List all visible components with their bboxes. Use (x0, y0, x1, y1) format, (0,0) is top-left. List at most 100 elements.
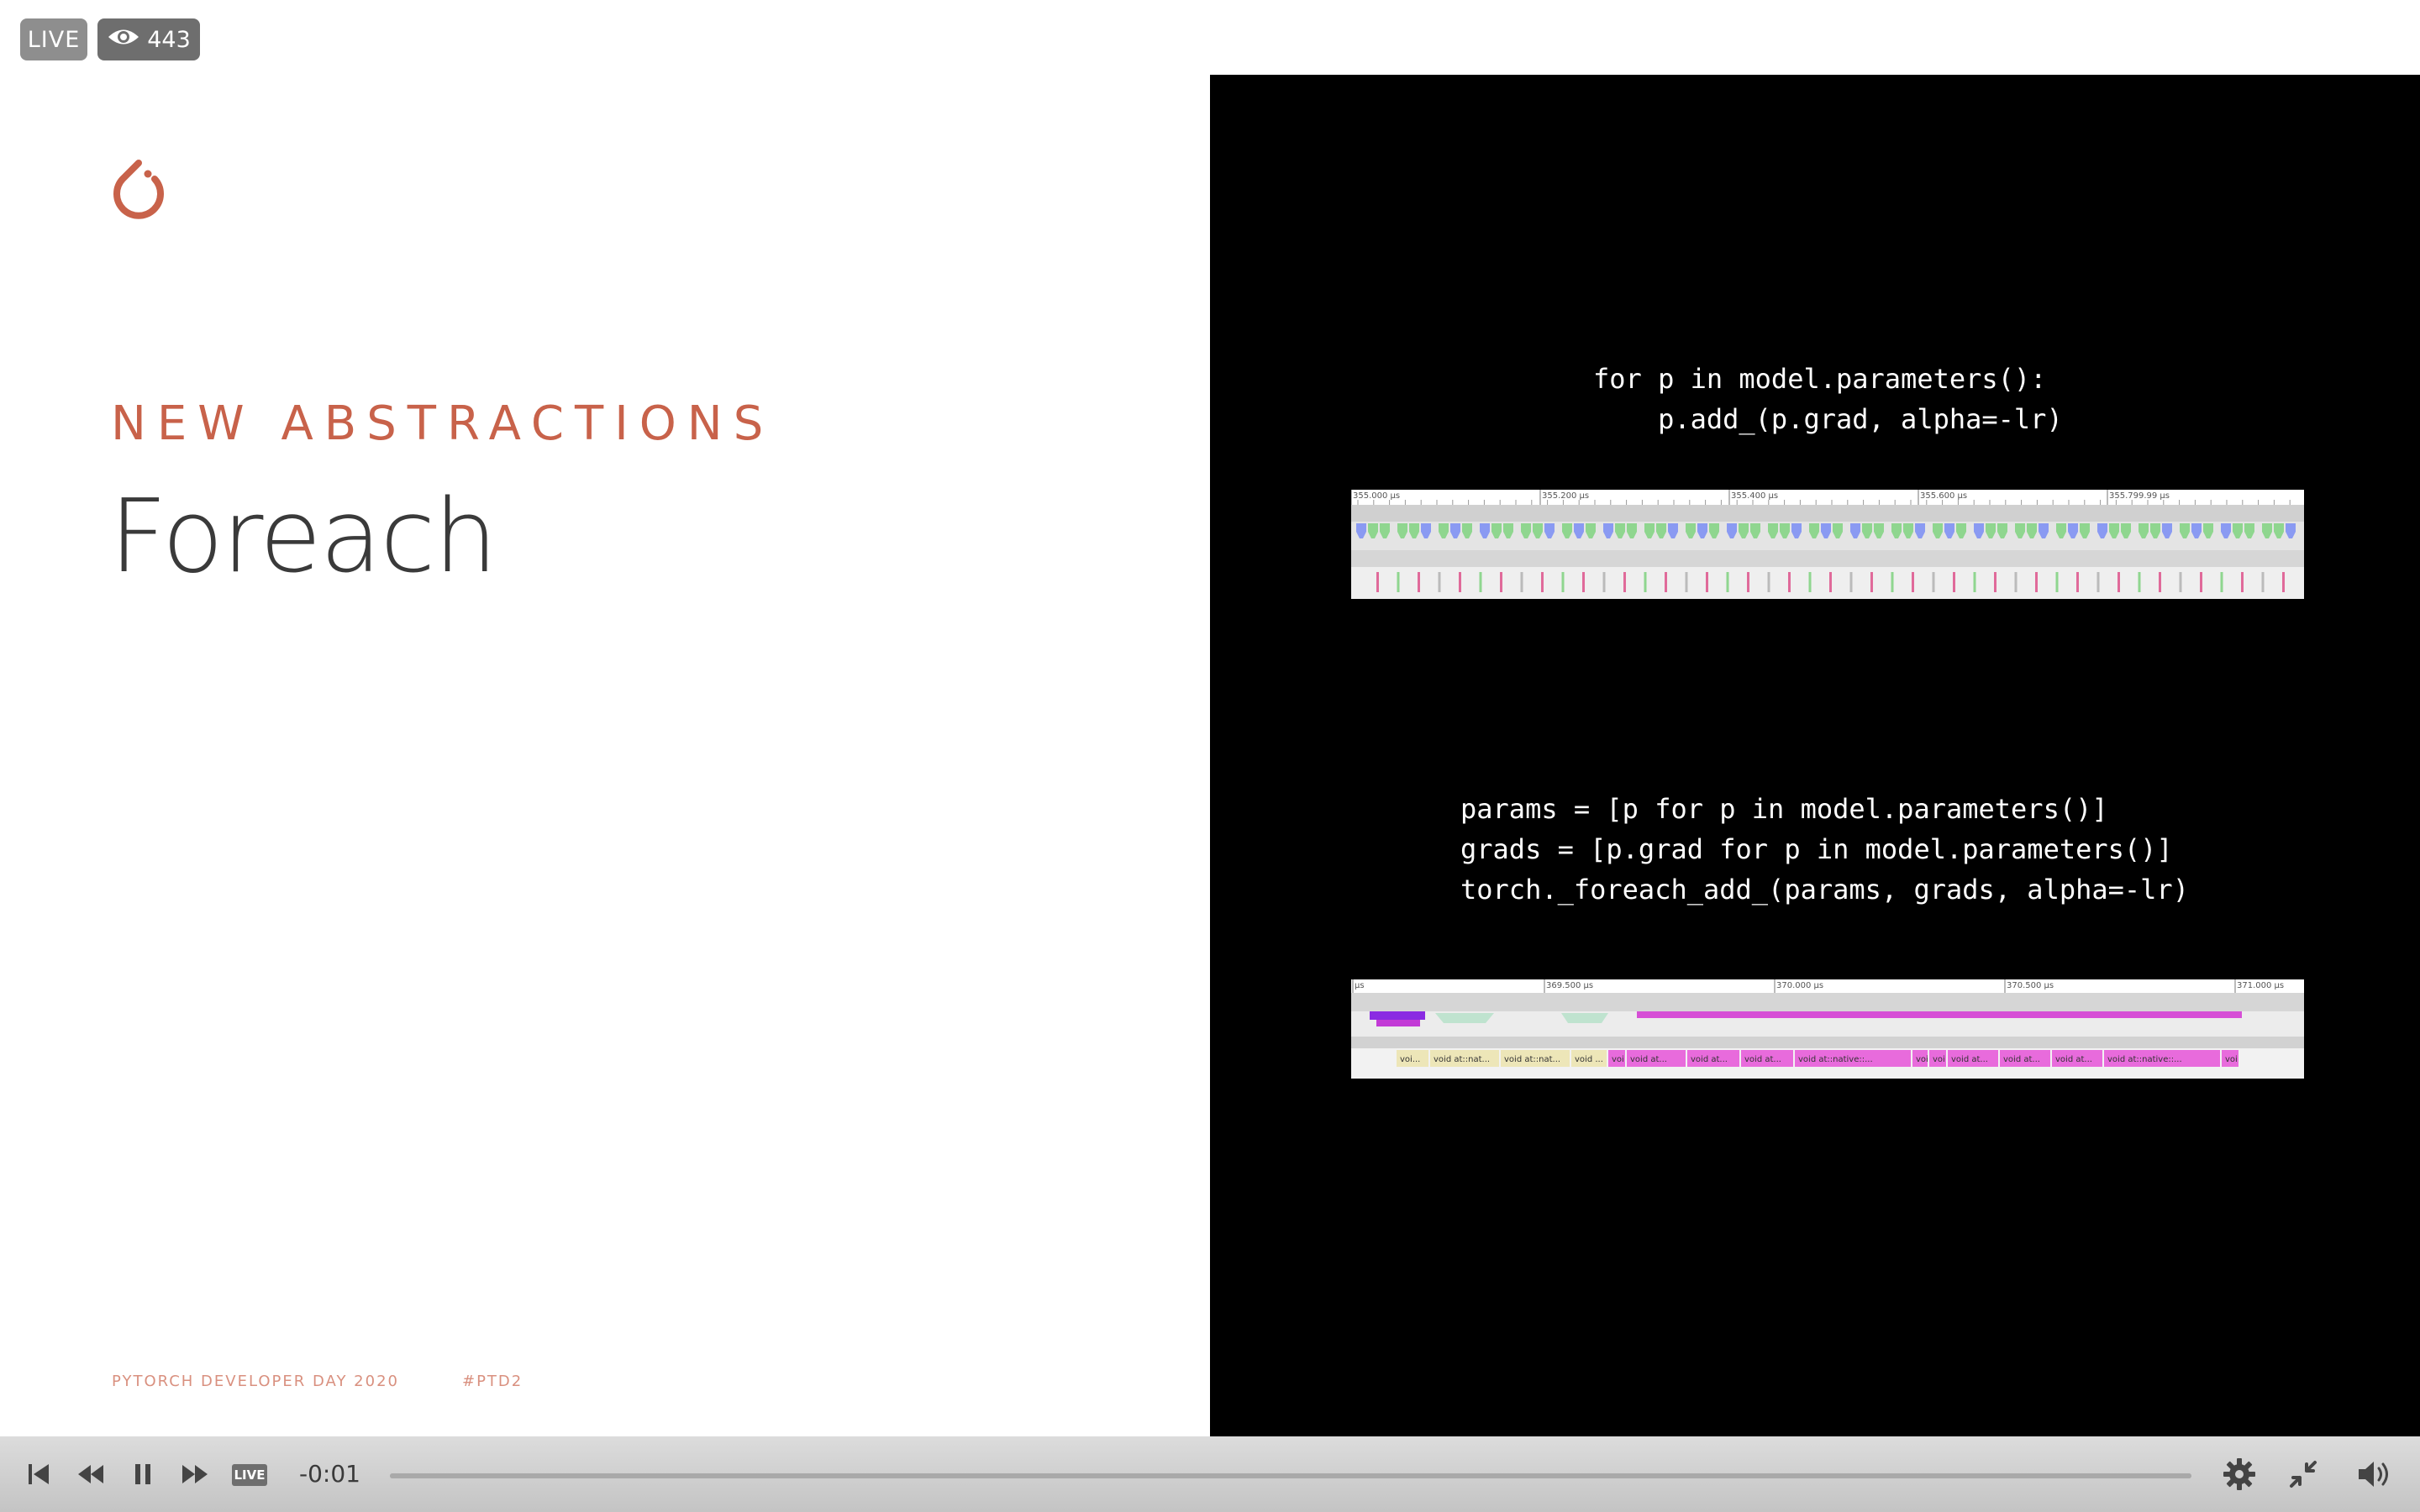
trace-event (2096, 572, 2100, 592)
trace-event (1932, 572, 1935, 592)
trace-tick-label: 355.799.99 µs (2109, 491, 2170, 501)
trace-tick-label: 369.500 µs (1546, 981, 1593, 990)
trace-kernel (1561, 1013, 1608, 1023)
trace-event (1953, 572, 1955, 592)
viewer-count: 443 (147, 26, 191, 53)
trace-band (1351, 505, 2304, 522)
code-snippet-foreach: params = [p for p in model.parameters()]… (1460, 793, 2189, 906)
trace-event (2138, 572, 2141, 592)
trace-event (1582, 572, 1585, 592)
trace-event (2076, 572, 2079, 592)
pytorch-flame-icon (108, 160, 170, 228)
trace-event (1459, 572, 1461, 592)
pause-icon[interactable] (126, 1455, 160, 1494)
trace-op-label: void ... (1575, 1055, 1603, 1064)
trace-event (1829, 572, 1832, 592)
trace-band (1351, 1037, 2304, 1048)
trace-tick-label: 355.600 µs (1920, 491, 1967, 501)
trace-op-label: void at::native::... (1798, 1055, 1873, 1064)
trace-event (1602, 572, 1606, 592)
slide-kicker: NEW ABSTRACTIONS (111, 396, 775, 451)
trace-event (2035, 572, 2038, 592)
code-snippet-loop: for p in model.parameters(): p.add_(p.gr… (1593, 363, 2063, 435)
trace-event (1418, 572, 1420, 592)
trace-event (1500, 572, 1502, 592)
volume-icon[interactable] (2353, 1455, 2395, 1494)
trace-event (1870, 572, 1873, 592)
trace-op-label: void at... (2055, 1055, 2092, 1064)
trace-event (1685, 572, 1688, 592)
trace-event (2014, 572, 2018, 592)
trace-event (2055, 572, 2059, 592)
slide-title: Foreach (109, 479, 497, 596)
rewind-icon[interactable] (74, 1455, 108, 1494)
trace-op-label: void at... (1630, 1055, 1667, 1064)
trace-event (1808, 572, 1812, 592)
trace-op-label: void at... (1951, 1055, 1988, 1064)
live-badge-label: LIVE (27, 26, 81, 53)
trace-event (2200, 572, 2202, 592)
trace-event (1706, 572, 1708, 592)
trace-event (1479, 572, 1482, 592)
profiler-trace-loop: 355.000 µs 355.200 µs 355.400 µs 355.600 µs… (1351, 490, 2304, 599)
exit-fullscreen-icon[interactable] (2284, 1455, 2323, 1494)
footer-hashtag: #PTD2 (462, 1373, 523, 1390)
trace-ruler (1351, 979, 2304, 993)
skip-back-icon[interactable] (22, 1455, 55, 1494)
trace-event (1644, 572, 1647, 592)
trace-op-label: voi (1933, 1055, 1945, 1064)
trace-band (1351, 550, 2304, 567)
time-remaining: -0:01 (299, 1460, 360, 1488)
trace-event (1849, 572, 1853, 592)
trace-tick-label: 355.200 µs (1542, 491, 1589, 501)
trace-event (2220, 572, 2223, 592)
trace-event (1561, 572, 1565, 592)
progress-fill (390, 1473, 2191, 1478)
progress-bar[interactable] (390, 1473, 2191, 1478)
trace-event (2282, 572, 2285, 592)
eye-icon (107, 26, 140, 54)
fast-forward-icon[interactable] (178, 1455, 212, 1494)
trace-op-label: voi... (1400, 1055, 1420, 1064)
trace-event (1912, 572, 1914, 592)
gear-icon[interactable] (2220, 1455, 2259, 1494)
trace-kernel (1376, 1020, 1420, 1026)
trace-op-label: void at::native::... (2107, 1055, 2182, 1064)
trace-event (2241, 572, 2244, 592)
trace-event (2261, 572, 2265, 592)
trace-op-label: voi (2225, 1055, 2238, 1064)
trace-event (1788, 572, 1791, 592)
trace-tick-label: 371.000 µs (2237, 981, 2284, 990)
trace-kernel (1637, 1011, 2242, 1018)
trace-op-label: voi (1612, 1055, 1624, 1064)
profiler-trace-foreach: µs 369.500 µs 370.000 µs 370.500 µs 371.000 … (1351, 979, 2304, 1079)
trace-event (1376, 572, 1379, 592)
trace-event (1994, 572, 1996, 592)
trace-op-label: voi (1916, 1055, 1928, 1064)
trace-event (1973, 572, 1976, 592)
live-button[interactable]: LIVE (232, 1464, 267, 1486)
trace-kernel (1370, 1011, 1425, 1020)
trace-band (1351, 993, 2304, 1011)
footer-event: PYTORCH DEVELOPER DAY 2020 (112, 1373, 399, 1390)
trace-tick-label: 370.500 µs (2007, 981, 2054, 990)
trace-event (1891, 572, 1894, 592)
trace-event (1541, 572, 1544, 592)
trace-event (2179, 572, 2182, 592)
trace-op-label: void at::nat... (1434, 1055, 1490, 1064)
trace-event (1438, 572, 1441, 592)
trace-op-label: void at... (2003, 1055, 2040, 1064)
trace-event (1520, 572, 1523, 592)
player-controls: LIVE -0:01 (0, 1436, 2420, 1512)
live-badge: LIVE (20, 18, 87, 60)
trace-tick-label: 355.400 µs (1731, 491, 1778, 501)
trace-op-label: void at... (1691, 1055, 1728, 1064)
trace-kernel (1435, 1013, 1494, 1023)
trace-event (1726, 572, 1729, 592)
code-panel: for p in model.parameters(): p.add_(p.gr… (1210, 75, 2420, 1436)
trace-tick-label: µs (1355, 981, 1365, 990)
trace-event (1665, 572, 1667, 592)
trace-tick-label: 355.000 µs (1353, 491, 1400, 501)
trace-op-label: void at... (1744, 1055, 1781, 1064)
trace-op-label: void at::nat... (1504, 1055, 1560, 1064)
